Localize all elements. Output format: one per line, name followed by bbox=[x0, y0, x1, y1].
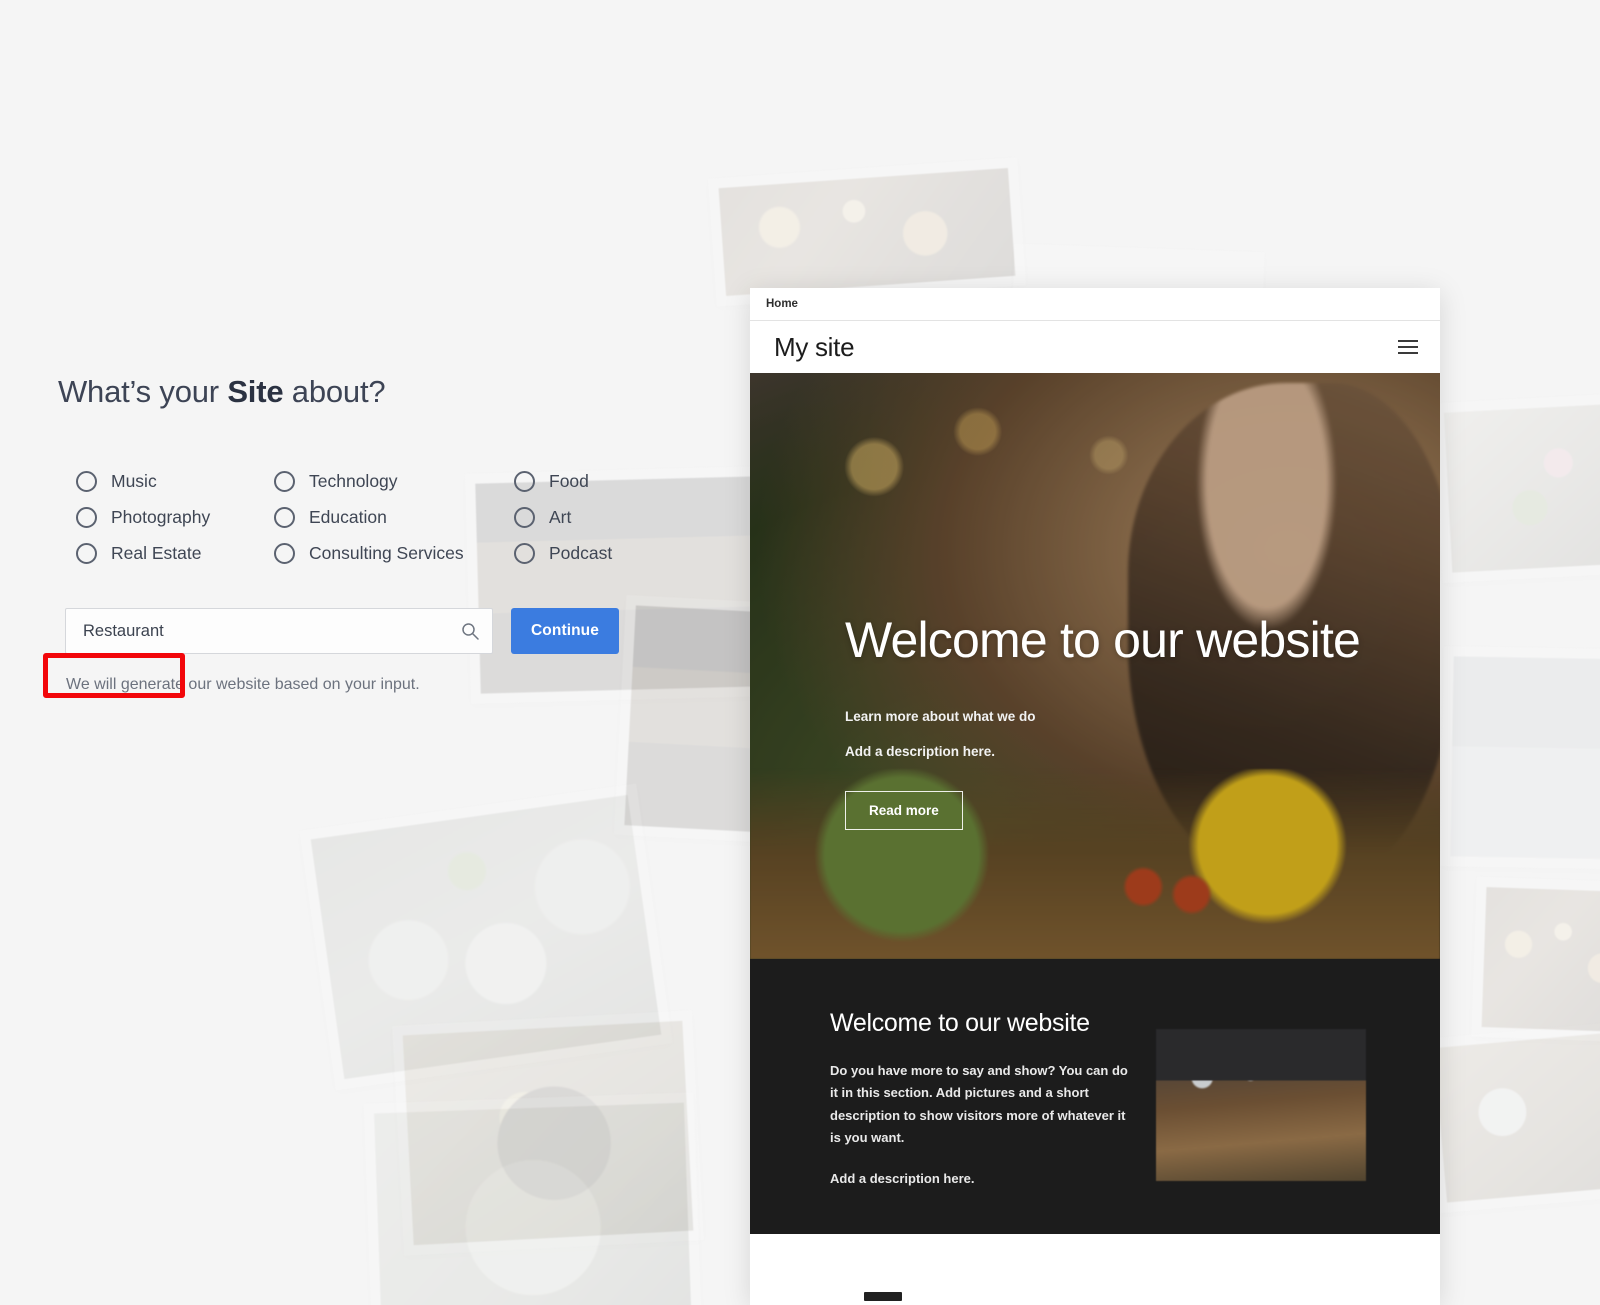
dark-section-body: Do you have more to say and show? You ca… bbox=[830, 1063, 1128, 1146]
radio-option-technology[interactable]: Technology bbox=[274, 470, 514, 493]
preview-site-header: My site bbox=[750, 321, 1440, 373]
tab-home[interactable]: Home bbox=[766, 298, 798, 310]
radio-option-consulting-services[interactable]: Consulting Services bbox=[274, 542, 514, 565]
radio-icon[interactable] bbox=[76, 543, 97, 565]
search-field-wrapper bbox=[65, 608, 493, 655]
option-label: Real Estate bbox=[111, 542, 202, 563]
option-label: Consulting Services bbox=[309, 542, 464, 563]
collage-photo-salad bbox=[363, 1092, 703, 1305]
continue-button[interactable]: Continue bbox=[511, 608, 619, 655]
section-divider-bar bbox=[864, 1292, 902, 1301]
hamburger-menu-icon[interactable] bbox=[1398, 340, 1418, 354]
search-input[interactable] bbox=[65, 608, 493, 655]
radio-icon[interactable] bbox=[514, 507, 535, 529]
collage-photo-dinner-table bbox=[707, 157, 1027, 307]
topic-input-row: Continue bbox=[65, 608, 678, 655]
hero-title: Welcome to our website bbox=[845, 612, 1361, 668]
restaurant-interior-photo bbox=[1156, 1029, 1366, 1181]
radio-icon[interactable] bbox=[514, 543, 535, 565]
headline-suffix: about? bbox=[283, 374, 386, 409]
hero-subtitle-primary: Learn more about what we do bbox=[845, 709, 1036, 724]
dark-section-text: Welcome to our website Do you have more … bbox=[830, 1009, 1130, 1234]
page-title: What’s your Site about? bbox=[58, 374, 678, 409]
hero-section: Welcome to our website Learn more about … bbox=[750, 373, 1440, 959]
dark-section-title: Welcome to our website bbox=[830, 1009, 1090, 1037]
form-hint-text: We will generate our website based on yo… bbox=[66, 676, 420, 694]
radio-option-real-estate[interactable]: Real Estate bbox=[76, 542, 274, 565]
read-more-button[interactable]: Read more bbox=[845, 791, 963, 830]
option-label: Music bbox=[111, 470, 157, 491]
collage-photo-bowl bbox=[392, 1010, 704, 1256]
radio-icon[interactable] bbox=[274, 471, 295, 493]
hero-subtitle-secondary: Add a description here. bbox=[845, 744, 996, 759]
site-name: My site bbox=[774, 331, 855, 362]
radio-icon[interactable] bbox=[76, 471, 97, 493]
radio-option-podcast[interactable]: Podcast bbox=[514, 542, 678, 565]
radio-icon[interactable] bbox=[514, 471, 535, 493]
hero-copy: Welcome to our website Learn more about … bbox=[845, 613, 1380, 830]
radio-option-music[interactable]: Music bbox=[76, 470, 274, 493]
radio-option-art[interactable]: Art bbox=[514, 506, 678, 529]
collage-photo-table-bottom-right bbox=[1422, 1021, 1600, 1214]
preview-tabbar: Home bbox=[750, 288, 1440, 321]
radio-icon[interactable] bbox=[274, 507, 295, 529]
screen-root: What’s your Site about? Music Technology… bbox=[0, 0, 1600, 1305]
collage-photo-table-far-right bbox=[1471, 876, 1600, 1044]
option-label: Photography bbox=[111, 506, 211, 527]
radio-option-photography[interactable]: Photography bbox=[76, 506, 274, 529]
radio-icon[interactable] bbox=[274, 543, 295, 565]
dark-content-section: Welcome to our website Do you have more … bbox=[750, 959, 1440, 1234]
option-label: Education bbox=[309, 506, 387, 527]
preview-footer-area bbox=[750, 1234, 1440, 1305]
radio-icon[interactable] bbox=[76, 507, 97, 529]
option-label: Art bbox=[549, 506, 572, 527]
collage-photo-plates bbox=[299, 783, 673, 1091]
option-label: Technology bbox=[309, 470, 398, 491]
headline-prefix: What’s your bbox=[58, 374, 228, 409]
radio-option-food[interactable]: Food bbox=[514, 470, 678, 493]
headline-emphasis: Site bbox=[227, 374, 284, 409]
option-label: Food bbox=[549, 470, 589, 491]
collage-photo-lamps bbox=[1440, 646, 1600, 870]
topic-options-group: Music Technology Food Photography Educat… bbox=[76, 470, 678, 565]
collage-photo-flowers bbox=[1433, 392, 1600, 584]
dark-section-note: Add a description here. bbox=[830, 1171, 975, 1187]
site-topic-form: What’s your Site about? Music Technology… bbox=[58, 374, 678, 694]
radio-option-education[interactable]: Education bbox=[274, 506, 514, 529]
site-preview-window: Home My site Welcome to our website Lear… bbox=[750, 288, 1440, 1305]
option-label: Podcast bbox=[549, 542, 613, 563]
